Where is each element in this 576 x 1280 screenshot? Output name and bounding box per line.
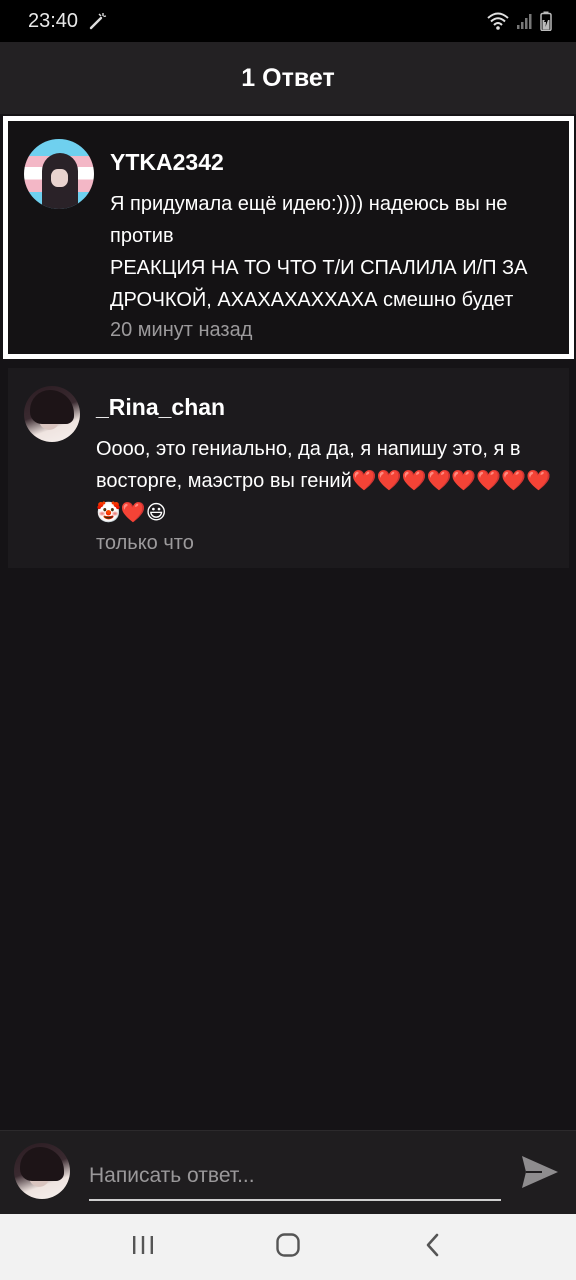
home-icon	[275, 1232, 301, 1263]
send-icon	[520, 1154, 560, 1193]
comment-username[interactable]: _Rina_chan	[96, 394, 569, 421]
avatar[interactable]	[24, 139, 94, 209]
comment-text: Оооо, это гениально, да да, я напишу это…	[96, 438, 551, 524]
reply-input[interactable]	[89, 1153, 501, 1201]
status-time: 23:40	[28, 9, 79, 32]
comment-body: YTKA2342 Я придумала ещё идею:)))) надею…	[110, 121, 569, 354]
app-header: 1 Ответ	[0, 42, 576, 114]
avatar[interactable]	[24, 386, 80, 442]
comment-timestamp: только что	[96, 532, 194, 554]
magic-wand-icon	[88, 11, 108, 31]
avatar-face	[51, 169, 68, 187]
back-button[interactable]	[403, 1222, 463, 1272]
signal-icon	[516, 12, 534, 30]
system-nav-bar	[0, 1214, 576, 1280]
reply-thread-screen: 23:40 1 Ответ YTKA2342 Я придумала ещё и…	[0, 0, 576, 1280]
comment-body: _Rina_chan Оооо, это гениально, да да, я…	[96, 368, 569, 568]
recent-apps-button[interactable]	[113, 1222, 173, 1272]
status-bar: 23:40	[0, 0, 576, 42]
status-icons	[486, 11, 552, 31]
page-title: 1 Ответ	[241, 63, 335, 92]
current-user-avatar[interactable]	[14, 1143, 70, 1199]
send-button[interactable]	[518, 1151, 562, 1195]
parent-comment[interactable]: YTKA2342 Я придумала ещё идею:)))) надею…	[3, 116, 574, 359]
wifi-icon	[486, 11, 510, 31]
reply-comment[interactable]: _Rina_chan Оооо, это гениально, да да, я…	[8, 368, 569, 568]
comment-timestamp: 20 минут назад	[110, 319, 253, 341]
battery-icon	[540, 11, 552, 31]
home-button[interactable]	[258, 1222, 318, 1272]
recent-apps-icon	[131, 1234, 155, 1261]
comment-username[interactable]: YTKA2342	[110, 149, 569, 176]
back-icon	[423, 1232, 443, 1263]
reply-bar	[0, 1130, 576, 1214]
comment-text: Я придумала ещё идею:)))) надеюсь вы не …	[110, 193, 528, 311]
